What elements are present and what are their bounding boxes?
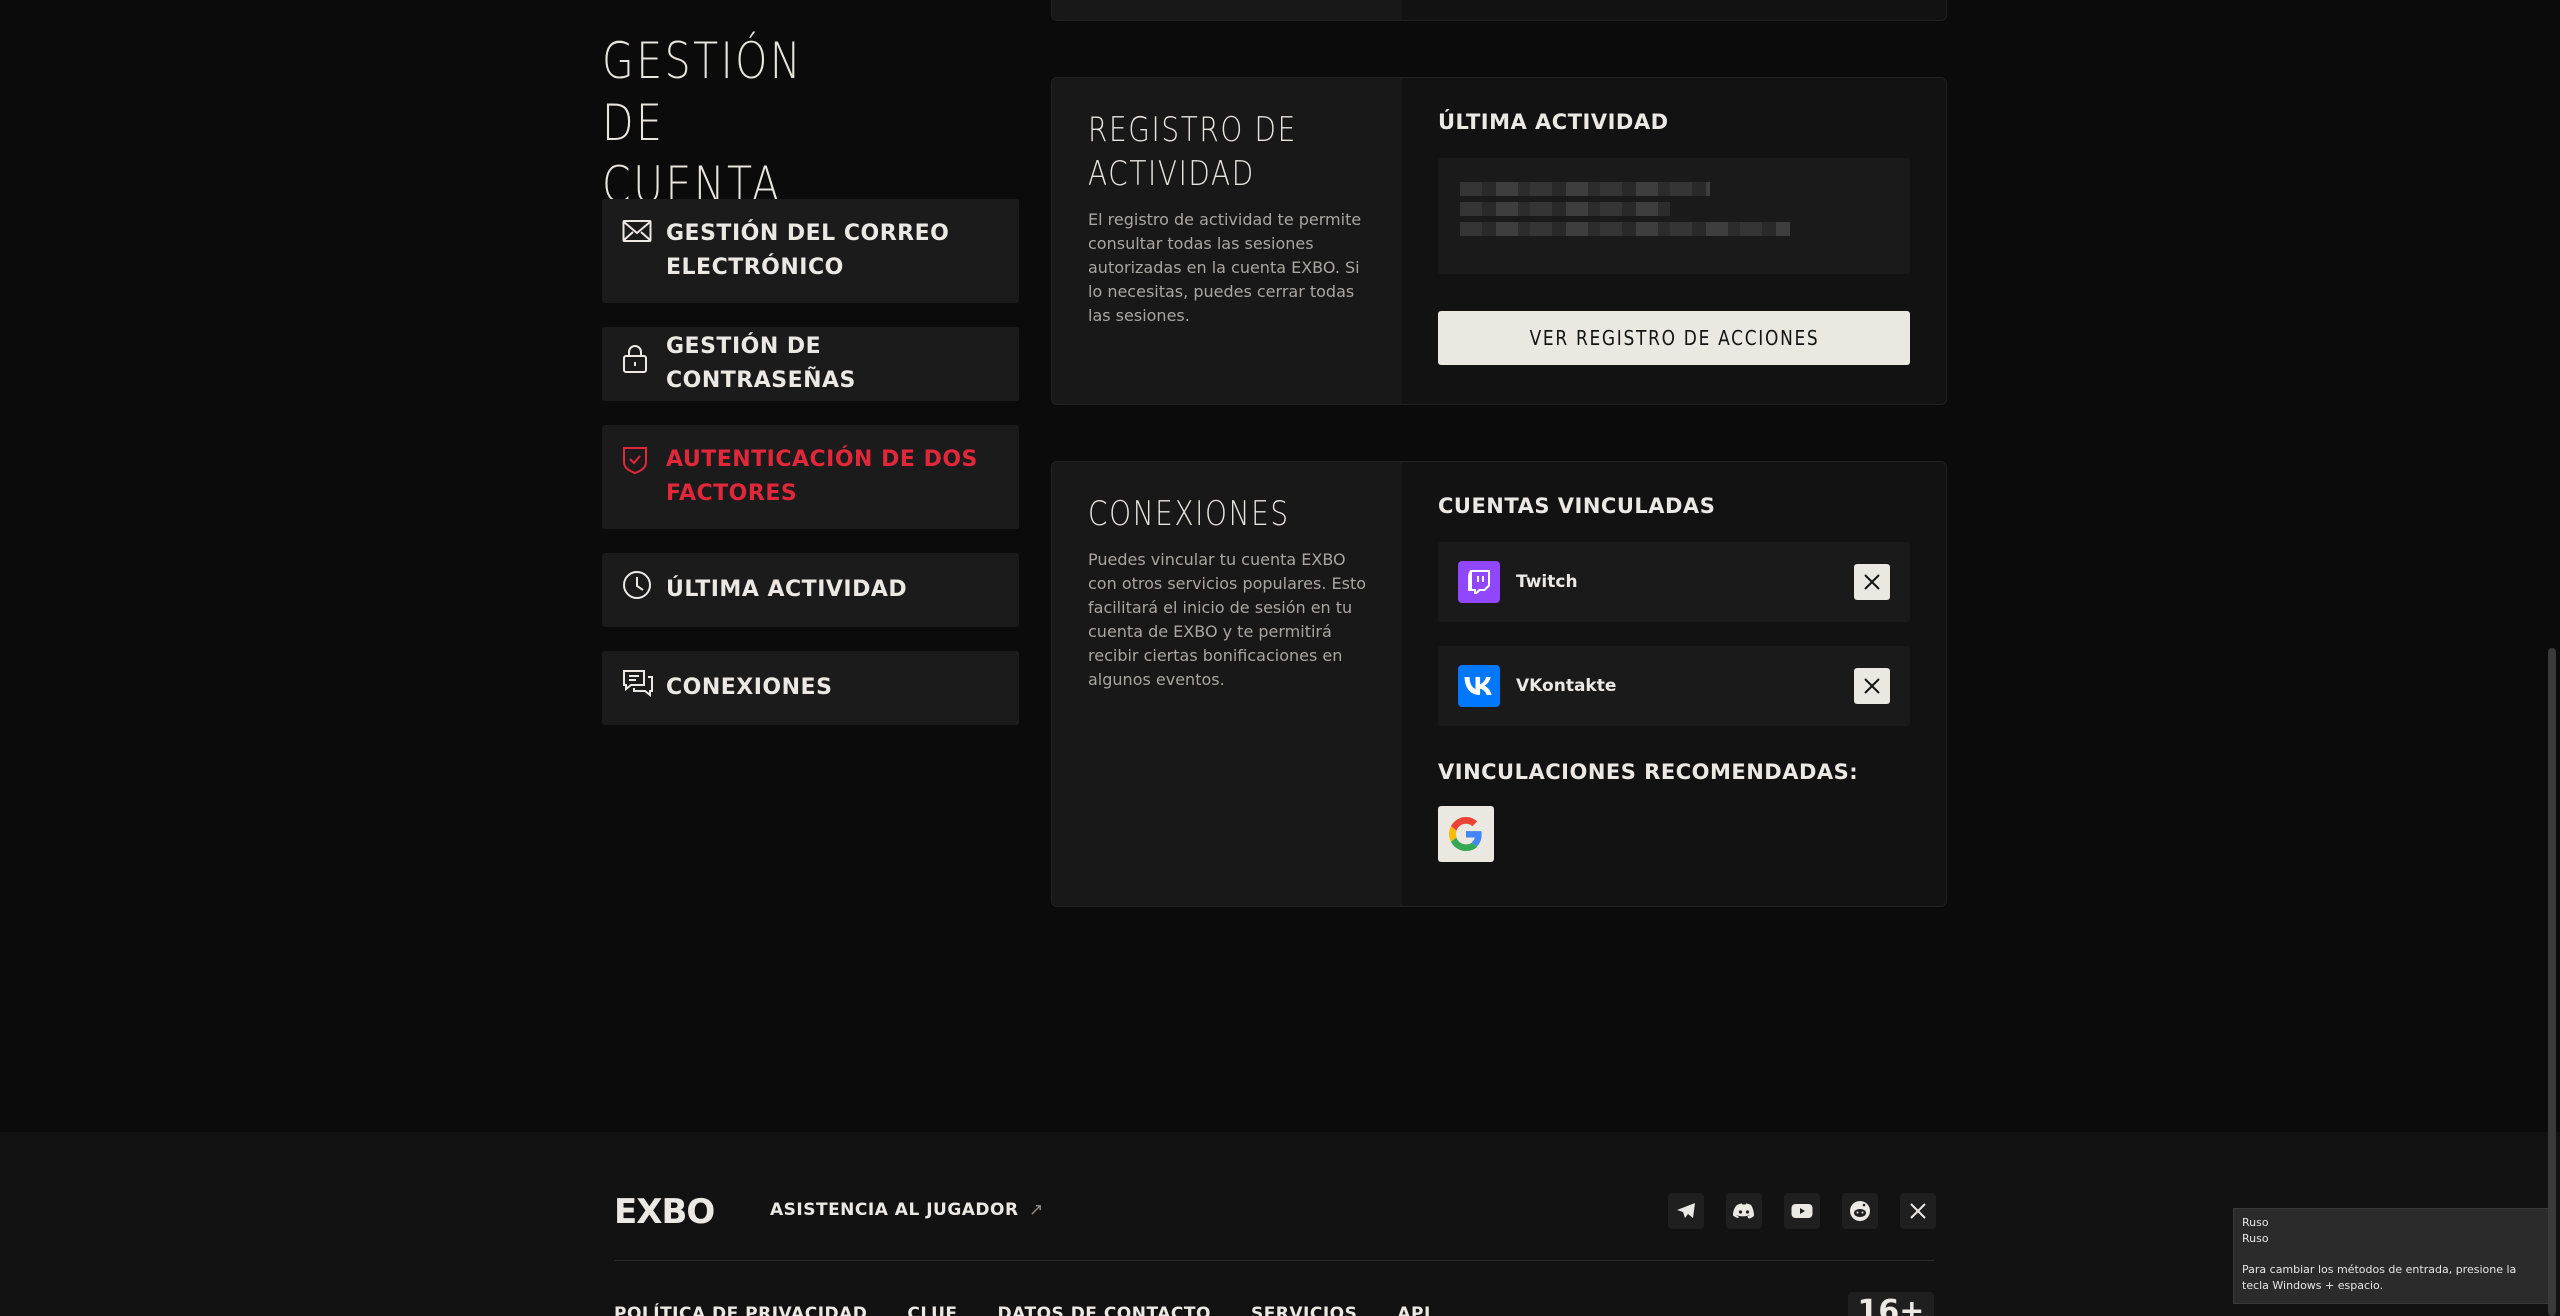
footer: EXBO ASISTENCIA AL JUGADOR ↗ POLÍTICA DE… bbox=[0, 1132, 2560, 1316]
discord-icon[interactable] bbox=[1726, 1193, 1762, 1229]
footer-link-api[interactable]: API bbox=[1397, 1304, 1430, 1316]
sidebar-item-label: AUTENTICACIÓN DE DOS FACTORES bbox=[666, 447, 978, 506]
sidebar-item-label: GESTIÓN DEL CORREO ELECTRÓNICO bbox=[666, 221, 950, 280]
chat-bubbles-icon bbox=[622, 669, 654, 708]
sidebar-item-two-factor[interactable]: AUTENTICACIÓN DE DOS FACTORES bbox=[602, 425, 1019, 529]
sidebar-item-label: ÚLTIMA ACTIVIDAD bbox=[666, 577, 908, 602]
reddit-icon[interactable] bbox=[1842, 1193, 1878, 1229]
footer-divider bbox=[614, 1260, 1934, 1261]
page-scrollbar[interactable] bbox=[2548, 648, 2556, 1316]
page-title: GESTIÓN DE CUENTA bbox=[602, 32, 804, 214]
last-activity-heading: ÚLTIMA ACTIVIDAD bbox=[1438, 110, 1669, 134]
view-action-log-button[interactable]: VER REGISTRO DE ACCIONES bbox=[1438, 311, 1910, 365]
clock-icon bbox=[622, 570, 654, 611]
player-support-link[interactable]: ASISTENCIA AL JUGADOR ↗ bbox=[770, 1200, 1044, 1220]
input-method-current: Ruso bbox=[2242, 1216, 2269, 1229]
unlink-twitch-button[interactable] bbox=[1854, 564, 1890, 600]
footer-link-services[interactable]: SERVICIOS bbox=[1251, 1304, 1357, 1316]
lock-icon bbox=[622, 344, 654, 385]
envelope-icon bbox=[622, 217, 654, 254]
sidebar-item-passwords[interactable]: GESTIÓN DE CONTRASEÑAS bbox=[602, 327, 1019, 401]
youtube-icon[interactable] bbox=[1784, 1193, 1820, 1229]
connections-card: CONEXIONES Puedes vincular tu cuenta EXB… bbox=[1051, 461, 1947, 907]
linked-account-name: VKontakte bbox=[1516, 676, 1617, 696]
sidebar-item-email[interactable]: GESTIÓN DEL CORREO ELECTRÓNICO bbox=[602, 199, 1019, 303]
sidebar-item-connections[interactable]: CONEXIONES bbox=[602, 651, 1019, 725]
twitch-icon bbox=[1458, 561, 1500, 603]
sidebar-item-label: CONEXIONES bbox=[666, 675, 833, 700]
linked-account-vkontakte: VKontakte bbox=[1438, 646, 1910, 726]
connections-description: Puedes vincular tu cuenta EXBO con otros… bbox=[1088, 550, 1367, 689]
previous-card-bottom bbox=[1051, 0, 1947, 21]
link-google-button[interactable] bbox=[1438, 806, 1494, 862]
footer-links: POLÍTICA DE PRIVACIDAD CLUF DATOS DE CON… bbox=[614, 1304, 1431, 1316]
sidebar-item-label: GESTIÓN DE CONTRASEÑAS bbox=[666, 334, 856, 393]
x-icon[interactable] bbox=[1900, 1193, 1936, 1229]
account-sidebar: GESTIÓN DEL CORREO ELECTRÓNICO GESTIÓN D… bbox=[602, 199, 1019, 749]
unlink-vkontakte-button[interactable] bbox=[1854, 668, 1890, 704]
footer-link-eula[interactable]: CLUF bbox=[907, 1304, 957, 1316]
exbo-logo[interactable]: EXBO bbox=[614, 1192, 722, 1232]
recommended-heading: VINCULACIONES RECOMENDADAS: bbox=[1438, 760, 1859, 784]
input-method-tooltip: Ruso Ruso Para cambiar los métodos de en… bbox=[2233, 1208, 2549, 1304]
sidebar-item-last-activity[interactable]: ÚLTIMA ACTIVIDAD bbox=[602, 553, 1019, 627]
connections-title: CONEXIONES bbox=[1088, 494, 1290, 534]
linked-accounts-heading: CUENTAS VINCULADAS bbox=[1438, 494, 1716, 518]
vk-icon bbox=[1458, 665, 1500, 707]
footer-link-privacy[interactable]: POLÍTICA DE PRIVACIDAD bbox=[614, 1304, 867, 1316]
shield-check-icon bbox=[622, 443, 654, 486]
input-method-hint: Para cambiar los métodos de entrada, pre… bbox=[2242, 1263, 2517, 1292]
activity-log-card: REGISTRO DE ACTIVIDAD El registro de act… bbox=[1051, 77, 1947, 405]
google-icon bbox=[1449, 817, 1482, 851]
age-rating-badge: 16+ bbox=[1848, 1292, 1934, 1316]
footer-link-contact[interactable]: DATOS DE CONTACTO bbox=[998, 1304, 1211, 1316]
activity-log-description: El registro de actividad te permite cons… bbox=[1088, 210, 1362, 325]
linked-account-name: Twitch bbox=[1516, 572, 1578, 592]
svg-text:EXBO: EXBO bbox=[614, 1192, 714, 1228]
input-method-label: Ruso bbox=[2242, 1232, 2269, 1245]
activity-log-title: REGISTRO DE ACTIVIDAD bbox=[1088, 110, 1297, 194]
social-links bbox=[1668, 1193, 1936, 1229]
last-activity-blurred bbox=[1438, 158, 1910, 274]
linked-account-twitch: Twitch bbox=[1438, 542, 1910, 622]
external-link-icon: ↗ bbox=[1029, 1200, 1044, 1220]
telegram-icon[interactable] bbox=[1668, 1193, 1704, 1229]
